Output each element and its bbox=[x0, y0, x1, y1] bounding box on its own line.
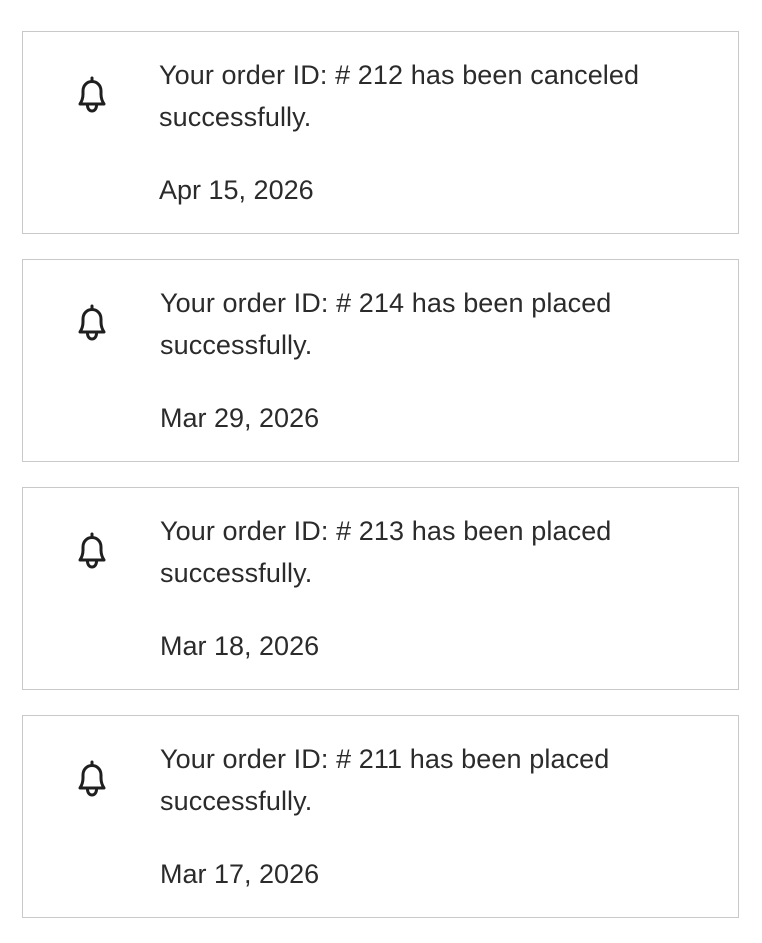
bell-icon bbox=[73, 758, 111, 800]
notification-list: Your order ID: # 212 has been canceled s… bbox=[22, 31, 739, 943]
notification-card[interactable]: Your order ID: # 213 has been placed suc… bbox=[22, 487, 739, 690]
notification-message: Your order ID: # 212 has been canceled s… bbox=[159, 60, 640, 132]
notification-card[interactable]: Your order ID: # 212 has been canceled s… bbox=[22, 31, 739, 234]
notification-message: Your order ID: # 211 has been placed suc… bbox=[160, 744, 610, 816]
notification-date: Apr 15, 2026 bbox=[159, 175, 314, 205]
notification-card[interactable]: Your order ID: # 214 has been placed suc… bbox=[22, 259, 739, 462]
notification-date: Mar 29, 2026 bbox=[160, 403, 320, 433]
notification-date: Mar 18, 2026 bbox=[160, 631, 320, 661]
bell-icon bbox=[73, 530, 111, 572]
bell-icon bbox=[73, 74, 111, 116]
notification-message: Your order ID: # 214 has been placed suc… bbox=[160, 288, 612, 360]
notification-date: Mar 17, 2026 bbox=[160, 859, 320, 889]
bell-icon bbox=[73, 302, 111, 344]
notification-message: Your order ID: # 213 has been placed suc… bbox=[160, 516, 612, 588]
notification-card[interactable]: Your order ID: # 211 has been placed suc… bbox=[22, 715, 739, 918]
